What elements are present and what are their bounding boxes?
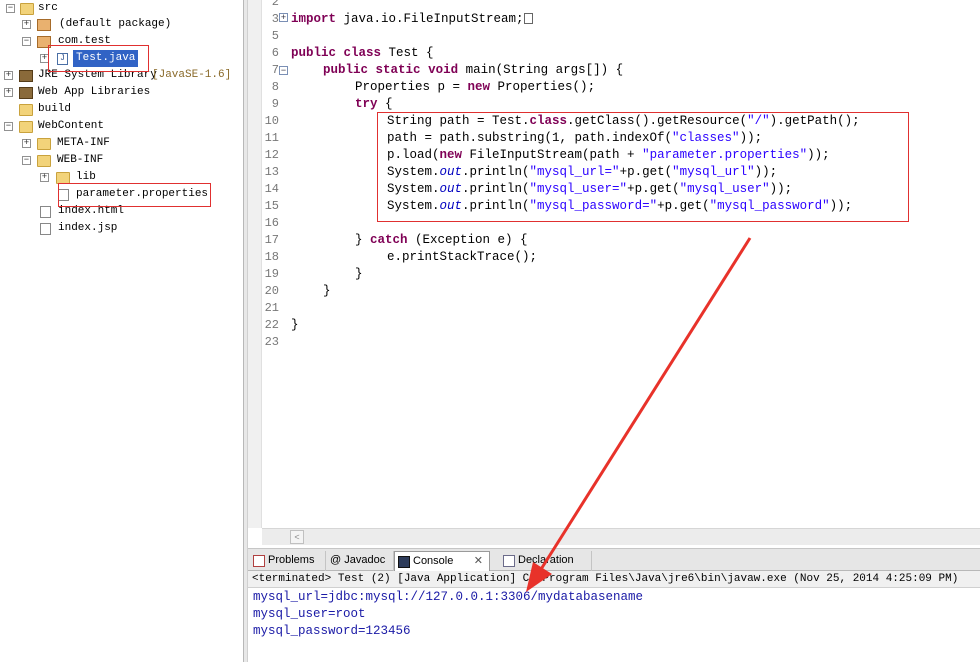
annotation-arrow-head — [526, 562, 552, 592]
annotation-arrow-overlay — [526, 237, 752, 592]
annotation-arrow-line — [536, 237, 752, 575]
